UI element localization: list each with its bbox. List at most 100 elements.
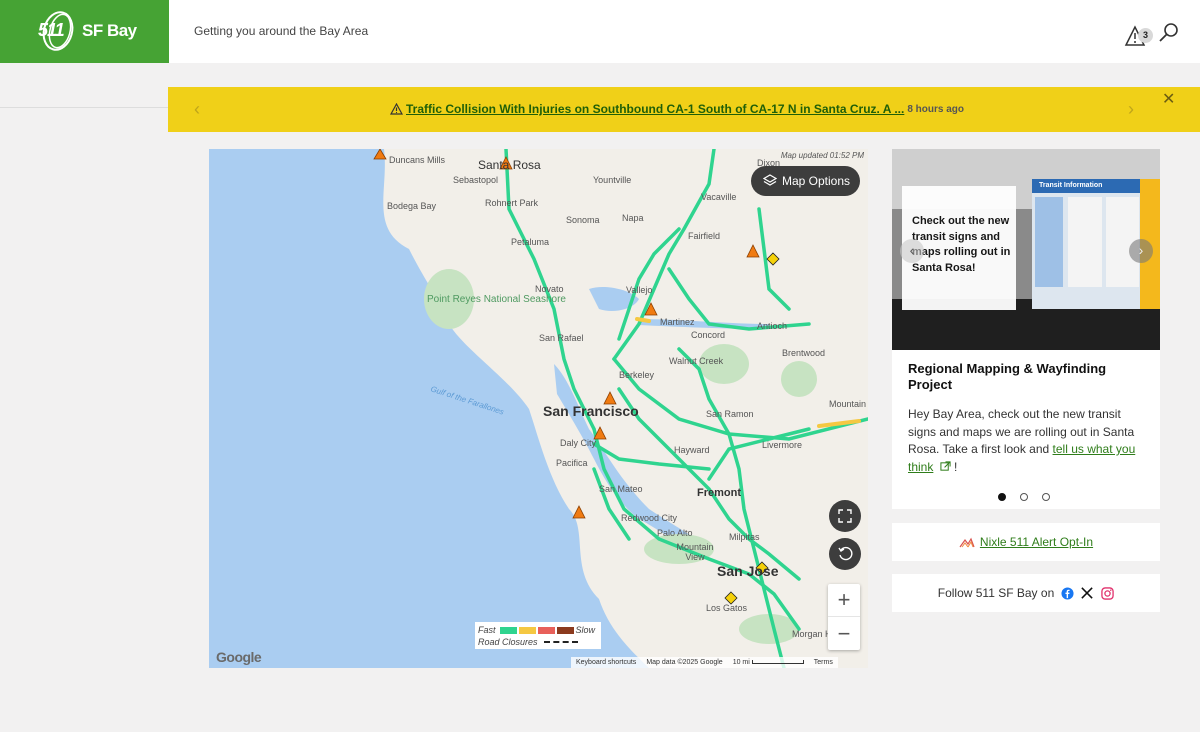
map-label-duncans-mills: Duncans Mills <box>389 155 446 165</box>
map-label-fairfield: Fairfield <box>688 231 721 241</box>
map-label-sonoma: Sonoma <box>566 215 600 225</box>
traffic-map[interactable]: Santa Rosa Duncans Mills Sebastopol Youn… <box>209 149 868 668</box>
banner-content: Traffic Collision With Injuries on South… <box>390 102 964 116</box>
site-header: 511 SF Bay Getting you around the Bay Ar… <box>0 0 1200 63</box>
map-label-napa: Napa <box>622 213 644 223</box>
banner-close-icon[interactable]: ✕ <box>1162 89 1178 108</box>
carousel-dots <box>998 493 1050 501</box>
map-label-mountain-house: Mountain House <box>829 399 868 409</box>
map-label-hayward: Hayward <box>674 445 710 455</box>
site-logo[interactable]: 511 SF Bay <box>0 0 169 63</box>
carousel-dot-2[interactable] <box>1020 493 1028 501</box>
fullscreen-button[interactable] <box>829 500 861 532</box>
map-label-vacaville: Vacaville <box>701 192 737 202</box>
terms-link[interactable]: Terms <box>814 659 833 666</box>
map-label-daly-city: Daly City <box>560 438 597 448</box>
map-label-yountville: Yountville <box>593 175 632 185</box>
warning-icon <box>390 103 403 115</box>
traffic-legend: Fast Slow Road Closures <box>475 622 601 649</box>
map-label-concord: Concord <box>691 330 726 340</box>
map-label-sebastopol: Sebastopol <box>453 175 499 185</box>
legend-slow-label: Slow <box>575 625 596 635</box>
promo-card: Check out the new transit signs and maps… <box>892 149 1160 509</box>
incident-markers <box>724 252 780 605</box>
logo-number: 511 <box>38 20 65 40</box>
legend-swatch-moderate <box>518 626 536 634</box>
map-label-milpitas: Milpitas <box>729 532 760 542</box>
logo-text: SF Bay <box>82 21 137 40</box>
map-label-palo-alto: Palo Alto <box>657 528 693 538</box>
map-scale: 10 mi <box>733 659 804 666</box>
legend-closures-label: Road Closures <box>478 637 538 647</box>
map-label-antioch: Antioch <box>757 321 788 331</box>
refresh-icon <box>838 546 853 561</box>
map-label-san-rafael: San Rafael <box>539 333 584 343</box>
carousel-prev-button[interactable]: ‹ <box>900 239 924 263</box>
map-options-button[interactable]: Map Options <box>751 166 860 196</box>
map-label-rohnert-park: Rohnert Park <box>485 198 539 208</box>
sign-title: Transit Information <box>1039 182 1103 189</box>
map-label-bodega-bay: Bodega Bay <box>387 201 437 211</box>
legend-swatch-fast <box>499 626 517 634</box>
legend-swatch-heavy <box>537 626 555 634</box>
promo-image: Check out the new transit signs and maps… <box>892 149 1160 350</box>
legend-closure-line <box>543 641 578 643</box>
map-label-fremont: Fremont <box>697 487 741 499</box>
map-label-petaluma: Petaluma <box>511 237 550 247</box>
nixle-icon <box>959 537 975 548</box>
zoom-out-button[interactable]: − <box>828 617 860 650</box>
map-label-mountain-view: Mountain View <box>676 542 714 562</box>
promo-body-end: ! <box>950 459 958 474</box>
map-label-brentwood: Brentwood <box>782 348 826 358</box>
map-label-livermore: Livermore <box>762 440 803 450</box>
carousel-next-button[interactable]: › <box>1129 239 1153 263</box>
banner-next-button[interactable]: › <box>1128 99 1140 119</box>
map-label-san-mateo: San Mateo <box>599 484 643 494</box>
map-label-pacifica: Pacifica <box>556 458 588 468</box>
external-link-icon <box>940 460 951 471</box>
layers-icon <box>763 174 777 186</box>
map-label-san-francisco: San Francisco <box>543 403 639 419</box>
carousel-dot-1[interactable] <box>998 493 1006 501</box>
nixle-optin: Nixle 511 Alert Opt-In <box>892 523 1160 561</box>
search-icon[interactable] <box>1158 22 1180 44</box>
recenter-button[interactable] <box>829 538 861 570</box>
keyboard-shortcuts-link[interactable]: Keyboard shortcuts <box>576 659 636 666</box>
left-divider <box>0 107 168 108</box>
map-attribution: Keyboard shortcuts Map data ©2025 Google… <box>571 657 838 668</box>
promo-body: Hey Bay Area, check out the new transit … <box>908 406 1148 476</box>
promo-title: Regional Mapping & Wayfinding Project <box>908 361 1107 392</box>
x-twitter-icon[interactable] <box>1080 586 1094 600</box>
instagram-icon[interactable] <box>1100 586 1114 600</box>
map-label-martinez: Martinez <box>660 317 695 327</box>
map-options-label: Map Options <box>782 174 851 188</box>
map-label-redwood-city: Redwood City <box>621 513 678 523</box>
google-logo: Google <box>216 649 262 665</box>
banner-alert-link[interactable]: Traffic Collision With Injuries on South… <box>406 102 904 116</box>
facebook-icon[interactable] <box>1060 586 1074 600</box>
map-updated-time: Map updated 01:52 PM <box>780 151 864 160</box>
map-label-point-reyes: Point Reyes National Seashore <box>427 294 566 305</box>
map-label-san-jose: San Jose <box>717 563 779 579</box>
map-label-los-gatos: Los Gatos <box>706 603 748 613</box>
map-label-san-ramon: San Ramon <box>706 409 754 419</box>
fullscreen-icon <box>838 509 852 523</box>
banner-prev-button[interactable]: ‹ <box>194 99 206 119</box>
alert-banner: ‹ Traffic Collision With Injuries on Sou… <box>168 87 1200 132</box>
nixle-optin-link[interactable]: Nixle 511 Alert Opt-In <box>980 535 1093 549</box>
map-label-santa-rosa: Santa Rosa <box>478 158 541 172</box>
zoom-control: + − <box>828 584 860 650</box>
map-data-credit: Map data ©2025 Google <box>646 659 723 666</box>
zoom-in-button[interactable]: + <box>828 584 860 617</box>
legend-swatch-slow <box>556 626 574 634</box>
carousel-dot-3[interactable] <box>1042 493 1050 501</box>
banner-time: 8 hours ago <box>907 103 965 115</box>
site-tagline: Getting you around the Bay Area <box>194 24 369 38</box>
follow-label: Follow 511 SF Bay on <box>937 586 1055 600</box>
map-base-layer <box>209 149 868 668</box>
map-label-walnut-creek: Walnut Creek <box>669 356 724 366</box>
social-follow: Follow 511 SF Bay on <box>892 574 1160 612</box>
map-label-vallejo: Vallejo <box>626 285 653 295</box>
map-label-novato: Novato <box>535 284 564 294</box>
alert-count-badge: 3 <box>1138 28 1153 43</box>
